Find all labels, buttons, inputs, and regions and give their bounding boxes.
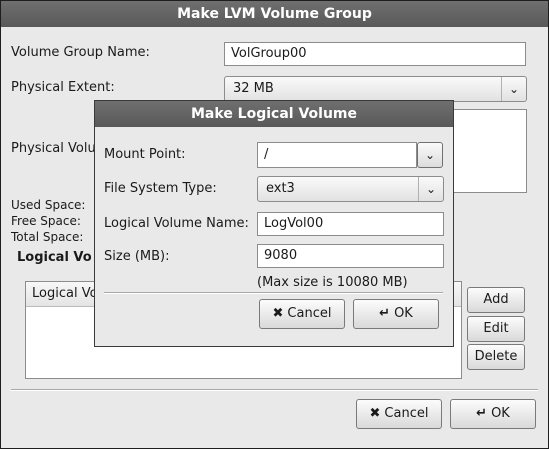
dialog-title: Make Logical Volume: [95, 101, 453, 127]
fs-type-label: File System Type:: [104, 181, 217, 196]
chevron-down-icon: ⌄: [501, 77, 526, 101]
max-size-text: (Max size is 10080 MB): [257, 275, 408, 290]
fs-type-value: ext3: [266, 181, 295, 196]
physical-volumes-label: Physical Volu: [11, 141, 96, 156]
physical-extent-value: 32 MB: [233, 81, 274, 96]
dialog-ok-label: OK: [394, 306, 413, 321]
edit-button[interactable]: Edit: [467, 316, 525, 342]
physical-extent-dropdown[interactable]: 32 MB ⌄: [224, 76, 527, 102]
enter-arrow-icon: ↵: [476, 406, 488, 421]
size-field[interactable]: 9080: [257, 244, 444, 268]
dialog-separator: [104, 292, 443, 294]
logical-volumes-heading: Logical Vo: [17, 250, 92, 265]
free-space-label: Free Space:: [11, 214, 81, 228]
delete-button[interactable]: Delete: [467, 344, 525, 370]
mount-point-dropdown-button[interactable]: ⌄: [417, 142, 443, 168]
cancel-button-label: Cancel: [384, 406, 429, 421]
cancel-button[interactable]: ✖ Cancel: [356, 399, 442, 429]
ok-button-label: OK: [491, 406, 510, 421]
used-space-label: Used Space:: [11, 198, 86, 212]
chevron-down-icon: ⌄: [424, 148, 436, 162]
mount-point-label: Mount Point:: [104, 147, 186, 162]
dialog-ok-button[interactable]: ↵ OK: [353, 299, 439, 329]
add-button[interactable]: Add: [467, 287, 525, 313]
make-logical-volume-dialog: Make Logical Volume Mount Point: / ⌄ Fil…: [94, 100, 454, 347]
physical-extent-label: Physical Extent:: [11, 80, 115, 95]
dialog-cancel-label: Cancel: [287, 306, 332, 321]
lv-name-field[interactable]: LogVol00: [257, 212, 444, 236]
volume-group-name-field[interactable]: VolGroup00: [224, 42, 526, 66]
ok-button[interactable]: ↵ OK: [450, 399, 536, 429]
volume-group-name-label: Volume Group Name:: [11, 45, 150, 60]
size-label: Size (MB):: [104, 249, 170, 264]
dialog-cancel-button[interactable]: ✖ Cancel: [259, 299, 345, 329]
bottom-separator: [11, 389, 538, 391]
window-title: Make LVM Volume Group: [1, 1, 548, 27]
mount-point-field[interactable]: /: [257, 142, 417, 168]
cancel-x-icon: ✖: [369, 406, 381, 421]
chevron-down-icon: ⌄: [418, 177, 443, 201]
total-space-label: Total Space:: [11, 230, 84, 244]
lv-name-label: Logical Volume Name:: [104, 216, 249, 231]
enter-arrow-icon: ↵: [379, 306, 391, 321]
fs-type-dropdown[interactable]: ext3 ⌄: [257, 176, 444, 202]
cancel-x-icon: ✖: [272, 306, 284, 321]
